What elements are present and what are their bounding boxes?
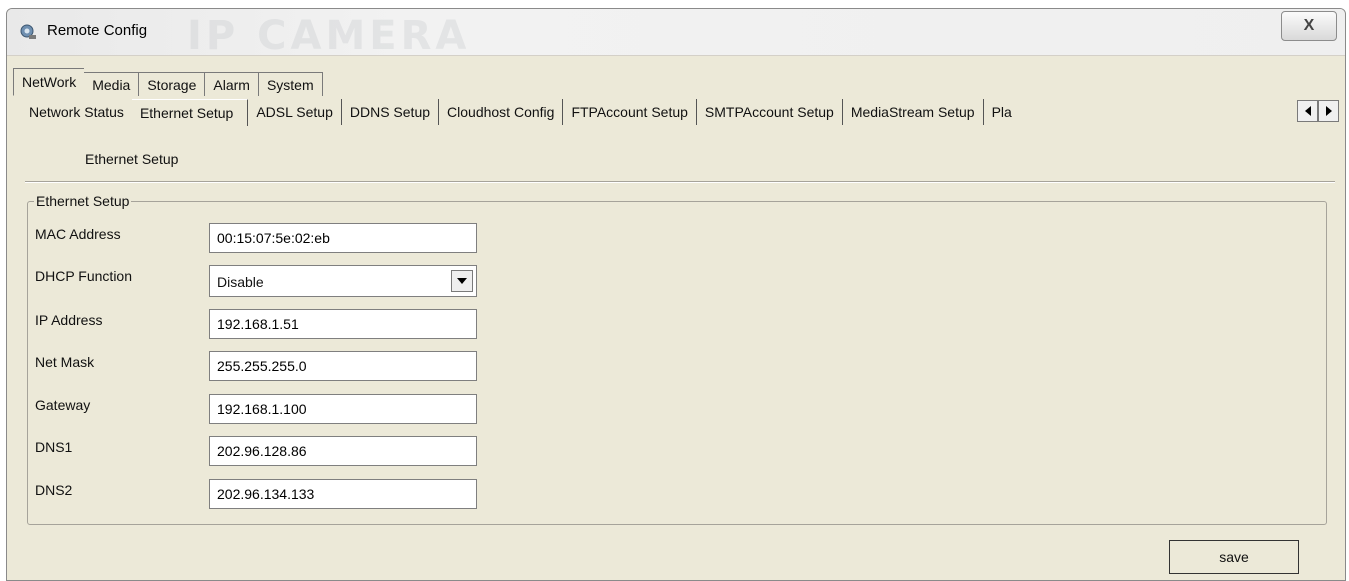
- app-icon: [20, 24, 36, 39]
- dhcp-function-select[interactable]: Disable: [209, 265, 477, 297]
- divider: [25, 181, 1335, 183]
- subtab-cloudhost-config[interactable]: Cloudhost Config: [439, 99, 564, 125]
- chevron-down-icon: [457, 278, 467, 284]
- gateway-field[interactable]: [209, 394, 477, 424]
- scroll-right-button[interactable]: [1318, 100, 1339, 122]
- tab-system[interactable]: System: [257, 72, 323, 96]
- ip-address-label: IP Address: [35, 312, 103, 328]
- arrow-left-icon: [1304, 106, 1311, 116]
- ip-address-field[interactable]: [209, 309, 477, 339]
- subtab-smtpaccount-setup[interactable]: SMTPAccount Setup: [697, 99, 843, 125]
- dns2-field[interactable]: [209, 479, 477, 509]
- dhcp-function-label: DHCP Function: [35, 268, 133, 284]
- window-title: Remote Config: [47, 22, 148, 39]
- subtab-adsl-setup[interactable]: ADSL Setup: [248, 99, 342, 125]
- subtab-ddns-setup[interactable]: DDNS Setup: [342, 99, 440, 125]
- tab-network[interactable]: NetWork: [13, 68, 85, 96]
- subtab-mediastream-setup[interactable]: MediaStream Setup: [843, 99, 984, 125]
- dns1-label: DNS1: [35, 439, 73, 455]
- subtab-ftpaccount-setup[interactable]: FTPAccount Setup: [563, 99, 697, 125]
- title-bar: Remote Config IP CAMERA X: [7, 9, 1345, 59]
- tab-storage[interactable]: Storage: [138, 72, 206, 96]
- subtab-platform-truncated[interactable]: Pla: [984, 99, 1020, 125]
- save-button[interactable]: save: [1169, 540, 1299, 574]
- dhcp-function-value: Disable: [217, 274, 264, 290]
- dns1-field[interactable]: [209, 436, 477, 466]
- panel-title: Ethernet Setup: [85, 151, 179, 167]
- group-title: Ethernet Setup: [36, 193, 130, 209]
- remote-config-window: Remote Config IP CAMERA X NetWork Media …: [6, 8, 1346, 581]
- close-button[interactable]: X: [1281, 11, 1337, 41]
- tab-media[interactable]: Media: [83, 72, 140, 96]
- dns2-label: DNS2: [35, 482, 73, 498]
- mac-address-field[interactable]: [209, 223, 477, 253]
- net-mask-label: Net Mask: [35, 354, 95, 370]
- subtab-network-status[interactable]: Network Status: [21, 99, 132, 125]
- dropdown-button[interactable]: [451, 270, 473, 292]
- gateway-label: Gateway: [35, 397, 91, 413]
- tab-scroll-arrows: [1297, 100, 1339, 122]
- subtab-ethernet-setup[interactable]: Ethernet Setup: [131, 98, 249, 126]
- arrow-right-icon: [1325, 106, 1332, 116]
- main-tab-bar: NetWork Media Storage Alarm System: [13, 68, 323, 96]
- close-icon: X: [1303, 17, 1315, 34]
- net-mask-field[interactable]: [209, 351, 477, 381]
- watermark: IP CAMERA: [187, 13, 471, 59]
- sub-tab-bar: Network Status Ethernet Setup ADSL Setup…: [21, 98, 1020, 126]
- tab-alarm[interactable]: Alarm: [204, 72, 259, 96]
- mac-address-label: MAC Address: [35, 226, 121, 242]
- scroll-left-button[interactable]: [1297, 100, 1318, 122]
